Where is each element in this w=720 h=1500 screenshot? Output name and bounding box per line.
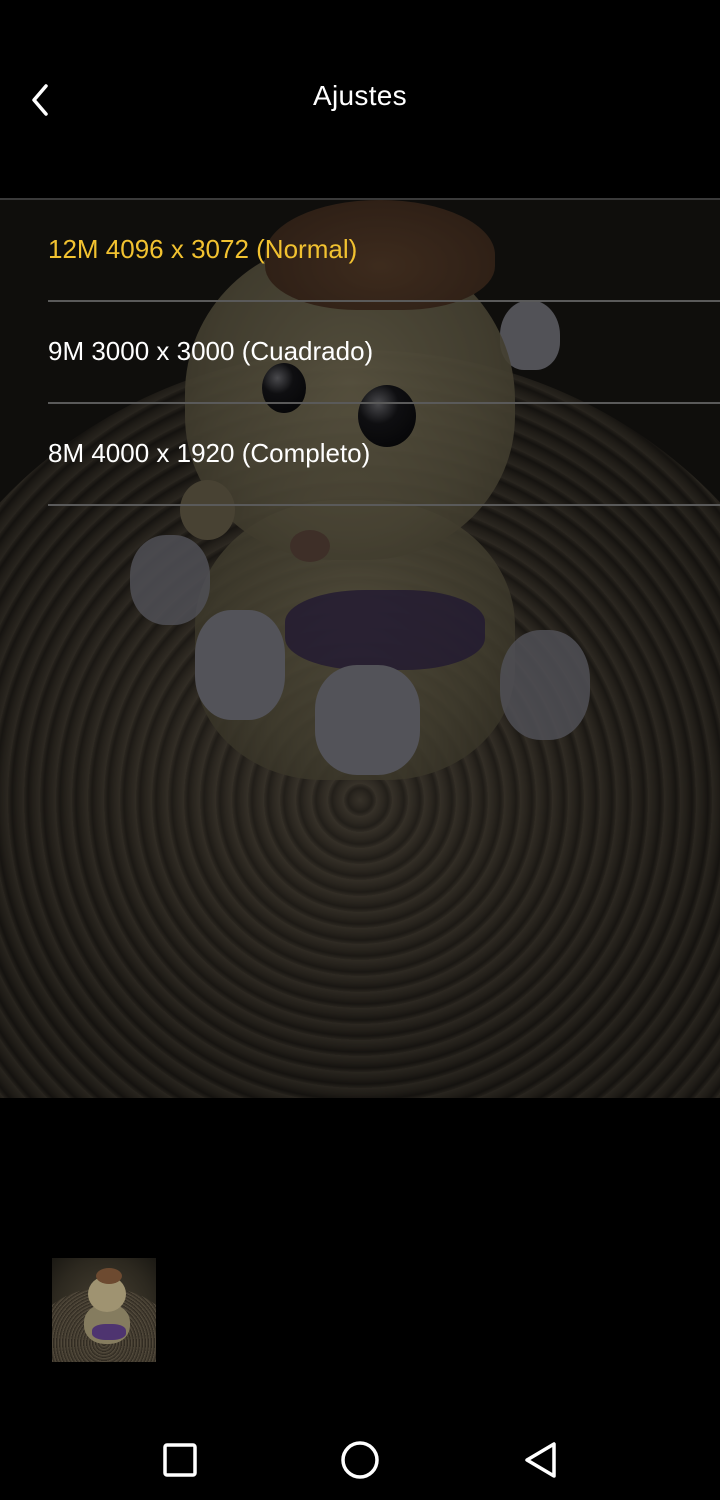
camera-resolution-settings-screen: Ajustes 12M 4096 x 3072 (Normal) 9M 3000… [0,0,720,1500]
home-button[interactable] [330,1430,390,1490]
resolution-option-label: 8M 4000 x 1920 (Completo) [48,438,371,468]
thumbnail-plush-shorts-image [92,1324,126,1340]
system-back-button[interactable] [510,1430,570,1490]
option-divider [48,504,720,506]
resolution-option-label: 12M 4096 x 3072 (Normal) [48,234,358,264]
resolution-option-label: 9M 3000 x 3000 (Cuadrado) [48,336,374,366]
resolution-option-list: 12M 4096 x 3072 (Normal) 9M 3000 x 3000 … [0,200,720,506]
circle-icon [341,1441,379,1479]
gallery-thumbnail[interactable] [52,1258,156,1362]
system-navigation-bar [0,1410,720,1500]
triangle-back-icon [525,1442,556,1478]
recents-button[interactable] [150,1430,210,1490]
header: Ajustes [0,0,720,198]
resolution-option-12m[interactable]: 12M 4096 x 3072 (Normal) [0,200,720,302]
resolution-option-8m[interactable]: 8M 4000 x 1920 (Completo) [0,404,720,506]
resolution-option-9m[interactable]: 9M 3000 x 3000 (Cuadrado) [0,302,720,404]
page-title: Ajustes [313,80,407,111]
thumbnail-plush-hat-image [96,1268,122,1284]
square-icon [163,1443,197,1477]
